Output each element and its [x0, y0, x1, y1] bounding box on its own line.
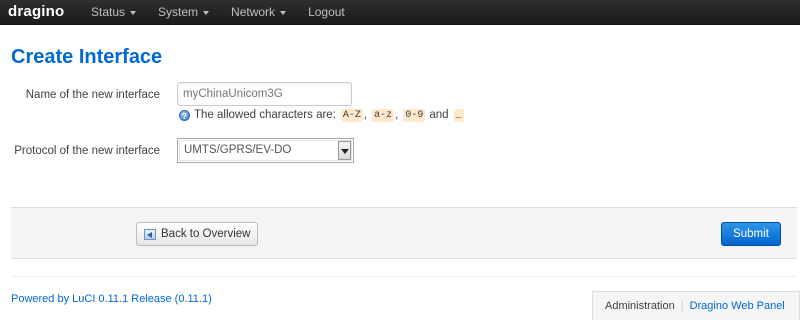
dropdown-arrow-icon[interactable] [338, 141, 351, 160]
hint-text: The allowed characters are: [194, 109, 336, 121]
brand-logo[interactable]: dragino [8, 3, 64, 20]
tab-dragino-web-panel[interactable]: Dragino Web Panel [690, 300, 785, 312]
menu-status[interactable]: Status [80, 0, 147, 25]
back-button-label: Back to Overview [161, 228, 251, 240]
menu-logout-label: Logout [308, 5, 345, 19]
chevron-down-icon [203, 11, 210, 15]
menu-logout[interactable]: Logout [297, 0, 356, 25]
protocol-select-value: UMTS/GPRS/EV-DO [184, 144, 292, 156]
powered-by-link[interactable]: Powered by LuCI 0.11.1 Release (0.11.1) [11, 293, 212, 305]
protocol-select[interactable]: UMTS/GPRS/EV-DO [177, 138, 354, 163]
protocol-field-label: Protocol of the new interface [14, 145, 160, 157]
name-field-label: Name of the new interface [25, 89, 160, 101]
menu-system[interactable]: System [147, 0, 220, 25]
hint-and: and [429, 109, 449, 121]
top-navbar: dragino Status System Network Logout [0, 0, 800, 25]
menu-status-label: Status [91, 5, 126, 19]
chevron-down-icon [130, 11, 137, 15]
menu-system-label: System [158, 5, 199, 19]
back-to-overview-button[interactable]: Back to Overview [136, 222, 258, 246]
menu-network-label: Network [231, 5, 276, 19]
chevron-down-icon [280, 11, 287, 15]
tab-separator: | [680, 300, 684, 312]
help-icon: ? [179, 109, 190, 121]
form-actions-bar: Back to Overview Submit [11, 207, 797, 259]
hint-token: A-Z [340, 108, 363, 122]
hint-token: a-z [372, 108, 395, 122]
allowed-chars-hint: ? The allowed characters are: A-Z, a-z, … [179, 108, 465, 122]
submit-button[interactable]: Submit [721, 222, 781, 246]
footer-tabs: Administration | Dragino Web Panel [592, 291, 800, 320]
menu-network[interactable]: Network [220, 0, 297, 25]
tab-administration[interactable]: Administration [605, 300, 675, 312]
interface-name-input[interactable] [177, 82, 352, 106]
hint-token: 0-9 [403, 108, 426, 122]
main-menu: Status System Network Logout [80, 0, 356, 25]
back-arrow-icon [144, 228, 156, 240]
page-title: Create Interface [11, 46, 163, 68]
hint-token: _ [453, 108, 464, 122]
footer-divider [11, 276, 797, 277]
